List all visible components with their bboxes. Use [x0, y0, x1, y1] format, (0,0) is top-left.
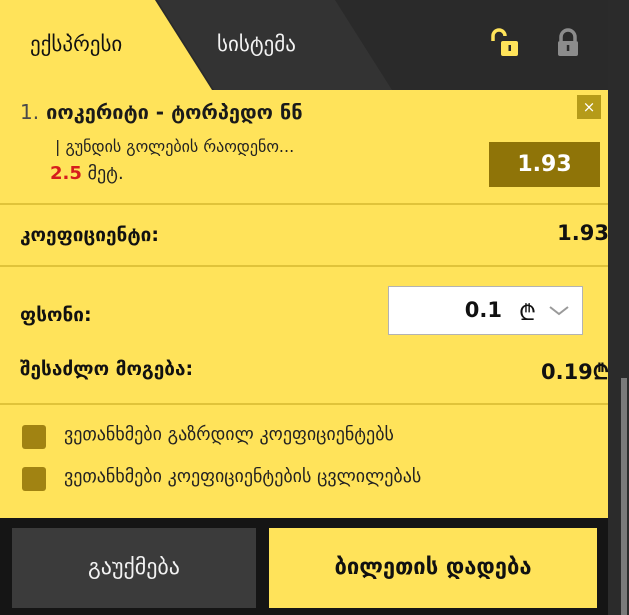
coefficient-value: 1.93 — [557, 221, 609, 245]
tab-express-label: ექსპრესი — [30, 32, 123, 56]
currency-symbol: ₾ — [519, 301, 536, 326]
bet-number: 1. — [20, 100, 40, 124]
close-icon: × — [582, 98, 596, 116]
stake-value: 0.1 — [464, 298, 502, 322]
betslip-header: სისტემა ექსპრესი — [0, 0, 608, 90]
option-label: ვეთანხმები გაზრდილ კოეფიციენტებს — [64, 424, 394, 445]
bet-match-name: იოკერიტი - ტორპედო ნნ — [46, 100, 303, 124]
bet-line-value: 2.5 — [50, 163, 82, 184]
lock-closed-icon[interactable] — [555, 28, 581, 58]
coefficient-label: კოეფიციენტი: — [20, 224, 159, 246]
lock-open-icon[interactable] — [489, 28, 521, 58]
bet-odd-badge: 1.93 — [489, 142, 600, 187]
option-label: ვეთანხმები კოეფიციენტების ცვლილებას — [64, 466, 422, 487]
divider — [0, 403, 608, 405]
bet-line-suffix: მეტ. — [87, 163, 124, 184]
possible-win-label: შესაძლო მოგება: — [20, 358, 194, 380]
place-bet-button[interactable]: ბილეთის დადება — [269, 528, 597, 608]
remove-bet-button[interactable]: × — [577, 95, 601, 119]
bet-market: | გუნდის გოლების რაოდენო... — [55, 137, 295, 156]
stake-label: ფსონი: — [20, 304, 92, 326]
cancel-button[interactable]: გაუქმება — [12, 528, 256, 608]
tab-system-label: სისტემა — [217, 32, 296, 56]
checkbox[interactable] — [22, 425, 46, 449]
chevron-down-icon[interactable] — [548, 301, 570, 319]
checkbox[interactable] — [22, 467, 46, 491]
divider — [0, 203, 608, 205]
scrollbar[interactable] — [621, 378, 627, 615]
bet-match-title: 1. იოკერიტი - ტორპედო ნნ — [20, 100, 303, 124]
bet-outcome: 2.5 მეტ. — [50, 163, 124, 184]
stake-input[interactable]: 0.1 ₾ — [388, 286, 583, 335]
possible-win-value: 0.19₾ — [540, 360, 609, 384]
divider — [0, 265, 608, 267]
